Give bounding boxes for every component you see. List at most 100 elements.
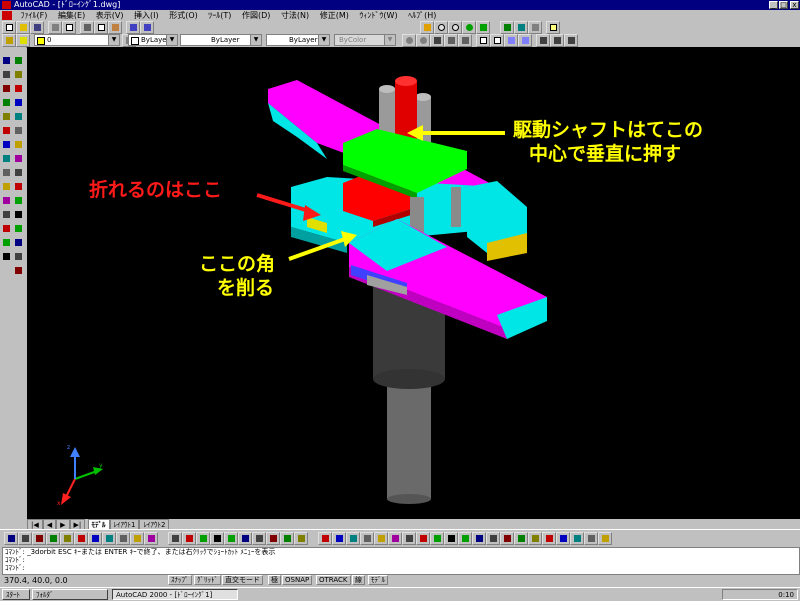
lineweight-toggle[interactable]: 線 xyxy=(352,575,365,585)
open-icon[interactable] xyxy=(16,21,30,34)
ellipse-icon[interactable] xyxy=(1,167,12,179)
offset-icon[interactable] xyxy=(13,97,24,109)
bottom-tool-icon[interactable] xyxy=(4,532,18,545)
chevron-down-icon[interactable]: ▼ xyxy=(250,35,261,45)
trim-icon[interactable] xyxy=(13,195,24,207)
layer-manager-icon[interactable] xyxy=(2,34,16,47)
camera-icon[interactable] xyxy=(430,34,444,47)
bottom-tool-icon[interactable] xyxy=(458,532,472,545)
bottom-tool-icon[interactable] xyxy=(168,532,182,545)
otrack-toggle[interactable]: OTRACK xyxy=(316,575,351,585)
lineweight-combo[interactable]: ByLayer ▼ xyxy=(266,34,330,46)
command-window[interactable]: ｺﾏﾝﾄﾞ: _3dorbit ESC ｷｰまたは ENTER ｷｰで終了、また… xyxy=(2,547,800,575)
polar-toggle[interactable]: 極 xyxy=(268,575,281,585)
bottom-tool-icon[interactable] xyxy=(32,532,46,545)
new-icon[interactable] xyxy=(2,21,16,34)
osnap-toggle[interactable]: OSNAP xyxy=(282,575,313,585)
task-folder[interactable]: ﾌｫﾙﾀﾞ xyxy=(32,589,108,600)
color-combo[interactable]: ByLayer ▼ xyxy=(128,34,178,46)
undo-icon[interactable] xyxy=(126,21,140,34)
bottom-tool-icon[interactable] xyxy=(332,532,346,545)
bottom-tool-icon[interactable] xyxy=(210,532,224,545)
linetype-combo[interactable]: ByLayer ▼ xyxy=(180,34,262,46)
start-button[interactable]: ｽﾀｰﾄ xyxy=(2,589,30,600)
mtext-icon[interactable] xyxy=(1,251,12,263)
chamfer-icon[interactable] xyxy=(13,237,24,249)
chevron-down-icon[interactable]: ▼ xyxy=(318,35,329,45)
menu-modify[interactable]: 修正(M) xyxy=(316,10,353,21)
redo-icon[interactable] xyxy=(140,21,154,34)
bottom-tool-icon[interactable] xyxy=(294,532,308,545)
region-icon[interactable] xyxy=(1,237,12,249)
command-prompt[interactable]: ｺﾏﾝﾄﾞ: xyxy=(3,564,799,572)
arc-icon[interactable] xyxy=(1,125,12,137)
menu-tools[interactable]: ﾂｰﾙ(T) xyxy=(204,10,235,21)
bottom-tool-icon[interactable] xyxy=(238,532,252,545)
menu-dimension[interactable]: 寸法(N) xyxy=(277,10,313,21)
bottom-tool-icon[interactable] xyxy=(46,532,60,545)
pan-icon[interactable] xyxy=(420,21,434,34)
bottom-tool-icon[interactable] xyxy=(74,532,88,545)
bottom-tool-icon[interactable] xyxy=(196,532,210,545)
bottom-tool-icon[interactable] xyxy=(430,532,444,545)
extend-icon[interactable] xyxy=(13,209,24,221)
polygon-icon[interactable] xyxy=(1,97,12,109)
clip-front-icon[interactable] xyxy=(504,34,518,47)
mirror-icon[interactable] xyxy=(13,83,24,95)
bottom-tool-icon[interactable] xyxy=(556,532,570,545)
print-icon[interactable] xyxy=(48,21,62,34)
rotate-icon[interactable] xyxy=(13,139,24,151)
bottom-tool-icon[interactable] xyxy=(252,532,266,545)
design-center-icon[interactable] xyxy=(514,21,528,34)
stretch-icon[interactable] xyxy=(13,167,24,179)
layer-combo[interactable]: 0 ▼ xyxy=(34,34,120,46)
app-logo-icon[interactable] xyxy=(2,1,11,9)
point-icon[interactable] xyxy=(1,209,12,221)
drawing-icon[interactable] xyxy=(2,11,12,20)
array-icon[interactable] xyxy=(13,111,24,123)
plotstyle-combo[interactable]: ByColor ▼ xyxy=(334,34,396,46)
bottom-tool-icon[interactable] xyxy=(182,532,196,545)
bottom-tool-icon[interactable] xyxy=(88,532,102,545)
scale-icon[interactable] xyxy=(13,153,24,165)
rectangle-icon[interactable] xyxy=(1,111,12,123)
make-block-icon[interactable] xyxy=(1,195,12,207)
bottom-tool-icon[interactable] xyxy=(500,532,514,545)
bottom-tool-icon[interactable] xyxy=(416,532,430,545)
fillet-icon[interactable] xyxy=(13,251,24,263)
orbit-tool-icon[interactable] xyxy=(402,34,416,47)
cut-icon[interactable] xyxy=(80,21,94,34)
bottom-tool-icon[interactable] xyxy=(472,532,486,545)
menu-window[interactable]: ｳｨﾝﾄﾞｳ(W) xyxy=(355,10,401,21)
view-icon[interactable] xyxy=(550,34,564,47)
line-icon[interactable] xyxy=(1,55,12,67)
spline-icon[interactable] xyxy=(1,153,12,165)
shade-icon[interactable] xyxy=(476,21,490,34)
bottom-tool-icon[interactable] xyxy=(360,532,374,545)
zoom-window-icon[interactable] xyxy=(448,21,462,34)
explode-icon[interactable] xyxy=(13,265,24,277)
bottom-tool-icon[interactable] xyxy=(130,532,144,545)
snap-toggle[interactable]: ｽﾅｯﾌﾟ xyxy=(168,575,192,585)
maximize-button[interactable]: □ xyxy=(779,1,788,9)
swivel-icon[interactable] xyxy=(458,34,472,47)
properties-icon[interactable] xyxy=(500,21,514,34)
clip-back-icon[interactable] xyxy=(518,34,532,47)
bottom-tool-icon[interactable] xyxy=(102,532,116,545)
ortho-toggle[interactable]: 直交モード xyxy=(222,575,263,585)
move-icon[interactable] xyxy=(13,125,24,137)
bottom-tool-icon[interactable] xyxy=(60,532,74,545)
bottom-tool-icon[interactable] xyxy=(346,532,360,545)
menu-insert[interactable]: 挿入(I) xyxy=(130,10,163,21)
menu-help[interactable]: ﾍﾙﾌﾟ(H) xyxy=(404,10,440,21)
insert-block-icon[interactable] xyxy=(1,181,12,193)
3dorbit-icon[interactable] xyxy=(462,21,476,34)
zoom-icon[interactable] xyxy=(434,21,448,34)
chevron-down-icon[interactable]: ▼ xyxy=(384,35,395,45)
grid-toggle[interactable]: ｸﾞﾘｯﾄﾞ xyxy=(194,575,221,585)
shade-mode-icon[interactable] xyxy=(536,34,550,47)
bottom-tool-icon[interactable] xyxy=(584,532,598,545)
bottom-tool-icon[interactable] xyxy=(18,532,32,545)
construction-line-icon[interactable] xyxy=(1,69,12,81)
copy-icon[interactable] xyxy=(94,21,108,34)
